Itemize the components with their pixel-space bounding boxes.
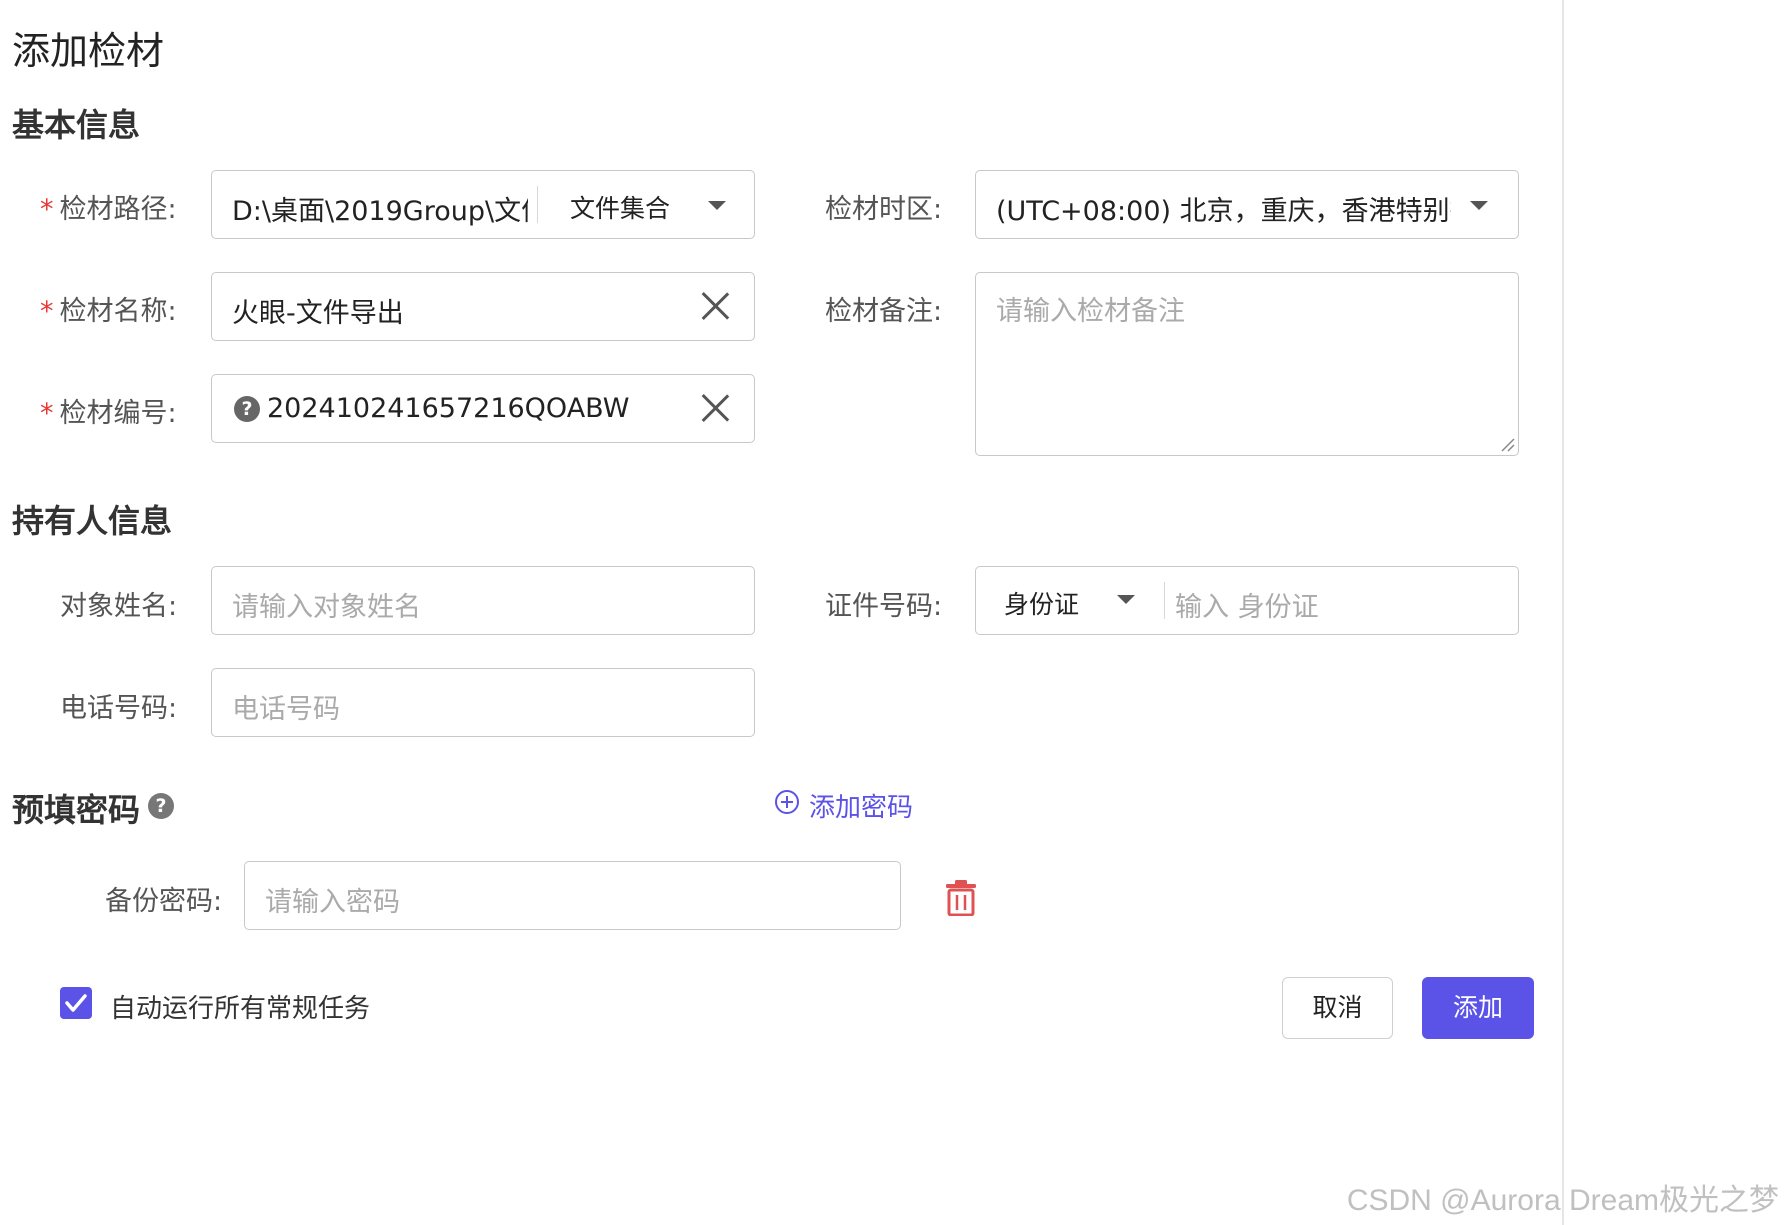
section-password-heading: 预填密码 [12,791,141,829]
resize-handle-icon[interactable] [1500,437,1516,453]
chevron-down-icon[interactable] [1470,201,1488,210]
remark-label: 检材备注: [825,296,943,327]
phone-placeholder: 电话号码 [232,694,340,725]
name-field[interactable]: 火眼-文件导出 [211,272,755,341]
required-mark: * [40,194,54,225]
required-mark: * [40,398,54,429]
number-value[interactable]: 20241024165721​6QOABW [267,393,629,424]
path-divider [537,186,538,223]
name-label: * 检材名称: [40,296,177,327]
timezone-select[interactable]: (UTC+08:00) 北京，重庆，香港特别行政区 [975,170,1519,239]
section-basic-heading: 基本信息 [12,106,141,144]
phone-label: 电话号码: [60,693,178,724]
dialog-title: 添加检材 [12,29,165,73]
backup-password-label: 备份密码: [105,886,223,917]
backup-password-input[interactable]: 请输入密码 [244,861,901,930]
id-type-select[interactable]: 身份证 [1004,585,1079,621]
checkmark-icon [65,994,87,1012]
id-divider [1164,582,1165,619]
remark-textarea[interactable]: 请输入检材备注 [975,272,1519,456]
help-icon[interactable]: ? [234,396,260,422]
path-label: * 检材路径: [40,194,177,225]
auto-run-label[interactable]: 自动运行所有常规任务 [110,988,370,1025]
id-number-field[interactable]: 身份证 输入 身份证 [975,566,1519,635]
chevron-down-icon[interactable] [708,201,726,210]
name-value[interactable]: 火眼-文件导出 [232,291,404,330]
trash-icon[interactable] [945,880,977,916]
backup-password-placeholder: 请输入密码 [265,887,400,918]
clear-icon[interactable] [698,288,732,322]
id-number-placeholder[interactable]: 输入 身份证 [1175,585,1319,624]
window-edge [1562,0,1564,1225]
number-label: * 检材编号: [40,398,177,429]
plus-circle-icon [775,790,799,814]
id-number-label: 证件号码: [825,591,943,622]
path-type-select[interactable]: 文件集合 [570,189,670,225]
help-icon[interactable]: ? [148,793,174,819]
add-password-label[interactable]: 添加密码 [809,787,913,824]
remark-placeholder: 请输入检材备注 [996,296,1185,327]
cancel-button[interactable]: 取消 [1282,977,1393,1039]
clear-icon[interactable] [698,390,732,424]
required-mark: * [40,296,54,327]
phone-input[interactable]: 电话号码 [211,668,755,737]
path-field[interactable]: D:\桌面\2019Group\文件刘 文件集合 [211,170,755,239]
person-name-input[interactable]: 请输入对象姓名 [211,566,755,635]
auto-run-checkbox[interactable] [60,987,92,1019]
add-button[interactable]: 添加 [1422,977,1534,1039]
timezone-value[interactable]: (UTC+08:00) 北京，重庆，香港特别行政区 [996,189,1451,228]
path-value[interactable]: D:\桌面\2019Group\文件刘 [232,189,528,228]
number-field[interactable]: ? 20241024165721​6QOABW [211,374,755,443]
timezone-label: 检材时区: [825,194,943,225]
person-name-label: 对象姓名: [60,591,178,622]
person-name-placeholder: 请输入对象姓名 [232,592,421,623]
chevron-down-icon[interactable] [1117,595,1135,604]
section-holder-heading: 持有人信息 [12,502,173,540]
watermark: CSDN @Aurora Dream极光之梦 [1346,1184,1779,1217]
